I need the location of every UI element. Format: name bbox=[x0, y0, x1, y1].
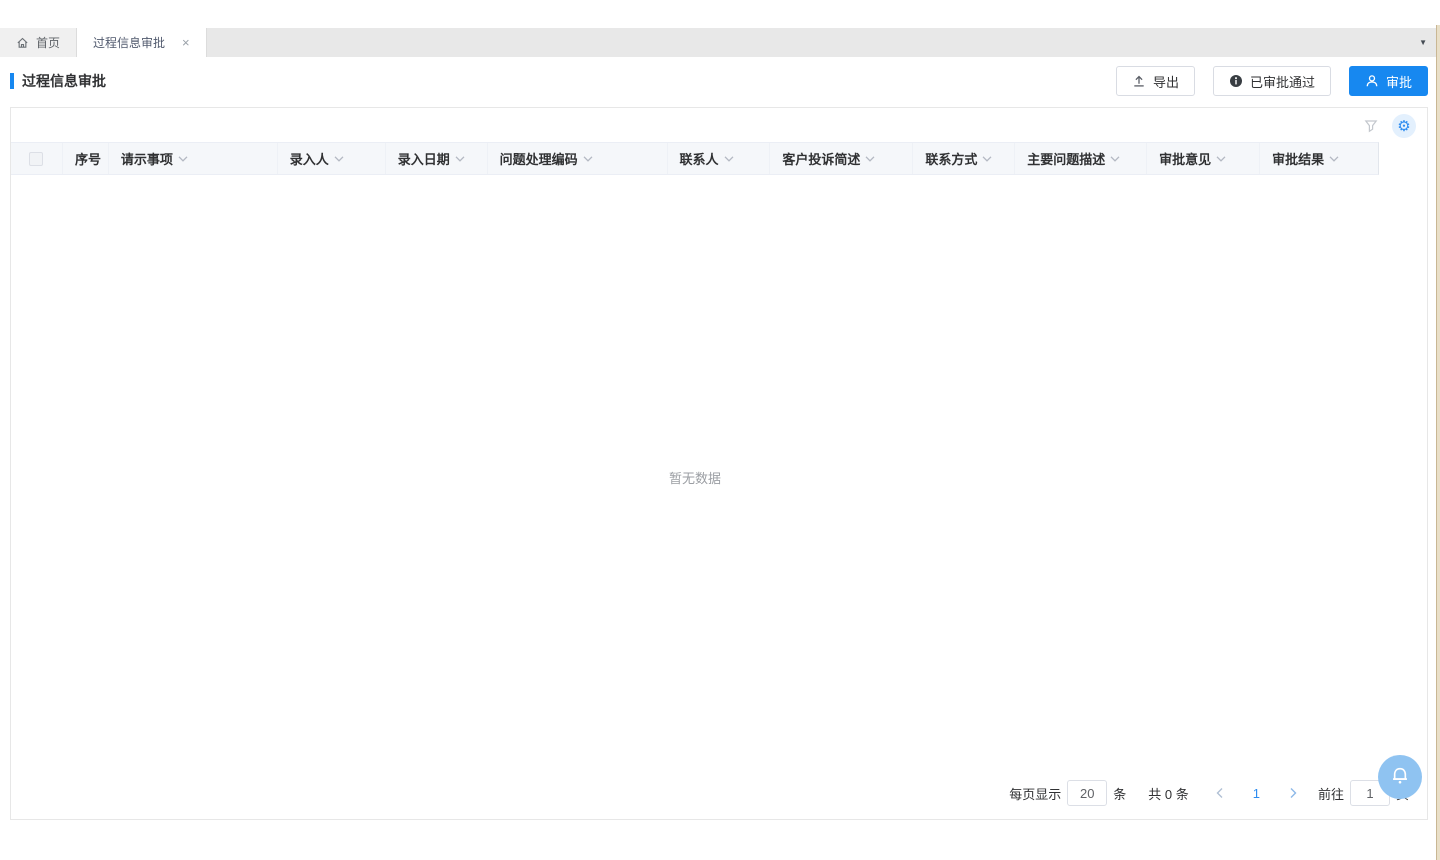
chevron-down-icon[interactable] bbox=[1329, 156, 1339, 162]
header-cell-contact-method[interactable]: 联系方式 bbox=[913, 143, 1015, 174]
page-title: 过程信息审批 bbox=[22, 71, 106, 91]
tab-home-label: 首页 bbox=[36, 34, 60, 51]
header-cell-select-all bbox=[11, 143, 63, 174]
approve-button-label: 审批 bbox=[1386, 72, 1412, 91]
tab-bar: 首页 过程信息审批 × ▼ bbox=[0, 28, 1440, 57]
chevron-down-icon[interactable] bbox=[583, 156, 593, 162]
header-cell-complaint-brief[interactable]: 客户投诉简述 bbox=[770, 143, 913, 174]
title-accent-bar bbox=[10, 73, 14, 89]
approve-button[interactable]: 审批 bbox=[1349, 66, 1428, 96]
column-label: 主要问题描述 bbox=[1027, 149, 1105, 168]
header-cell-seq: 序号 bbox=[63, 143, 109, 174]
app-root: { "tabs": { "items": [ { "label": "首页" }… bbox=[0, 0, 1440, 860]
column-label: 审批意见 bbox=[1159, 149, 1211, 168]
filter-funnel-icon[interactable] bbox=[1363, 118, 1379, 134]
info-icon bbox=[1229, 74, 1243, 88]
goto-page-label: 前往 bbox=[1318, 784, 1344, 803]
header-cell-approval-opinion[interactable]: 审批意见 bbox=[1147, 143, 1260, 174]
table-toolbar: ⚙ bbox=[1363, 113, 1416, 139]
header-cell-contact-person[interactable]: 联系人 bbox=[668, 143, 771, 174]
export-icon bbox=[1132, 74, 1146, 88]
notification-bell-button[interactable] bbox=[1378, 755, 1422, 799]
column-label: 录入日期 bbox=[398, 149, 450, 168]
tab-list-caret-down-icon[interactable]: ▼ bbox=[1419, 39, 1427, 47]
window-edge-strip bbox=[1436, 25, 1440, 860]
tab-process-approval-label: 过程信息审批 bbox=[93, 34, 165, 51]
approved-passed-label: 已审批通过 bbox=[1250, 72, 1315, 91]
chevron-down-icon[interactable] bbox=[178, 156, 188, 162]
column-label: 请示事项 bbox=[121, 149, 173, 168]
header-cell-entry-date[interactable]: 录入日期 bbox=[386, 143, 488, 174]
column-settings-gear-icon[interactable]: ⚙ bbox=[1392, 114, 1416, 138]
chevron-down-icon[interactable] bbox=[865, 156, 875, 162]
table-header-row: 序号 请示事项 录入人 录入日期 问题处理编码 联系人 客户投诉简述 联系方式 bbox=[11, 142, 1379, 175]
per-page-input[interactable] bbox=[1067, 780, 1107, 806]
column-label: 客户投诉简述 bbox=[782, 149, 860, 168]
next-page-chevron-right-icon[interactable] bbox=[1289, 787, 1298, 799]
per-page-label: 每页显示 bbox=[1009, 784, 1061, 803]
header-actions: 导出 已审批通过 审批 bbox=[1116, 66, 1428, 96]
person-icon bbox=[1365, 74, 1379, 88]
chevron-down-icon[interactable] bbox=[1110, 156, 1120, 162]
export-button[interactable]: 导出 bbox=[1116, 66, 1195, 96]
prev-page-chevron-left-icon[interactable] bbox=[1215, 787, 1224, 799]
per-page-unit: 条 bbox=[1113, 784, 1126, 803]
approved-passed-button[interactable]: 已审批通过 bbox=[1213, 66, 1331, 96]
chevron-down-icon[interactable] bbox=[982, 156, 992, 162]
chevron-down-icon[interactable] bbox=[455, 156, 465, 162]
total-count: 共 0 条 bbox=[1148, 784, 1188, 803]
column-label: 序号 bbox=[75, 149, 101, 168]
header-cell-main-issue[interactable]: 主要问题描述 bbox=[1015, 143, 1147, 174]
chevron-down-icon[interactable] bbox=[334, 156, 344, 162]
close-icon[interactable]: × bbox=[182, 36, 190, 49]
header-cell-entered-by[interactable]: 录入人 bbox=[278, 143, 386, 174]
table-card: ⚙ 序号 请示事项 录入人 录入日期 问题处理编码 联系人 客户投诉 bbox=[10, 107, 1428, 820]
column-label: 录入人 bbox=[290, 149, 329, 168]
pagination: 每页显示 条 共 0 条 1 前往 页 bbox=[1009, 780, 1409, 806]
header-cell-issue-code[interactable]: 问题处理编码 bbox=[488, 143, 668, 174]
empty-state-text: 暂无数据 bbox=[11, 468, 1379, 487]
column-label: 问题处理编码 bbox=[500, 149, 578, 168]
bell-icon bbox=[1388, 765, 1412, 789]
header-cell-request-item[interactable]: 请示事项 bbox=[109, 143, 278, 174]
chevron-down-icon[interactable] bbox=[724, 156, 734, 162]
select-all-checkbox[interactable] bbox=[29, 152, 43, 166]
column-label: 联系方式 bbox=[925, 149, 977, 168]
home-icon bbox=[16, 36, 29, 49]
chevron-down-icon[interactable] bbox=[1216, 156, 1226, 162]
page-header: 过程信息审批 导出 已审批通过 审批 bbox=[10, 66, 1428, 96]
page-number[interactable]: 1 bbox=[1253, 786, 1260, 801]
column-label: 审批结果 bbox=[1272, 149, 1324, 168]
column-label: 联系人 bbox=[680, 149, 719, 168]
tab-process-approval[interactable]: 过程信息审批 × bbox=[77, 28, 207, 57]
tab-home[interactable]: 首页 bbox=[0, 28, 77, 57]
export-button-label: 导出 bbox=[1153, 72, 1179, 91]
header-cell-approval-result[interactable]: 审批结果 bbox=[1260, 143, 1378, 174]
